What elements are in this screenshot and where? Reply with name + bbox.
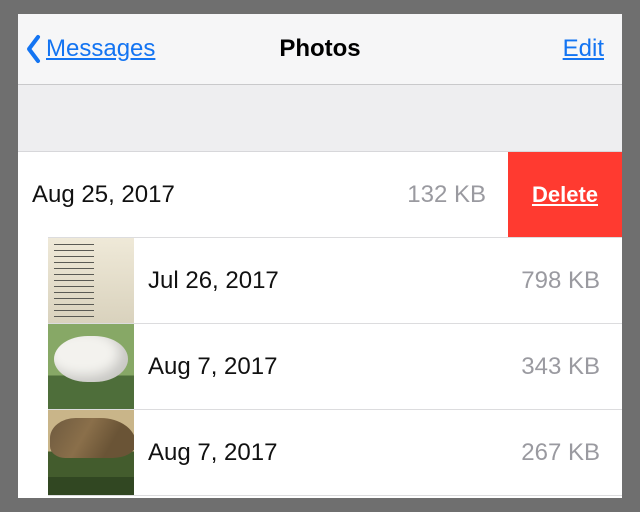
- navbar: Messages Photos Edit: [18, 14, 622, 85]
- edit-button[interactable]: Edit: [563, 14, 604, 84]
- photo-date: Aug 25, 2017: [32, 181, 407, 209]
- photo-date: Aug 7, 2017: [148, 353, 521, 381]
- photo-date: Jul 26, 2017: [148, 267, 521, 295]
- chevron-left-icon: [24, 34, 44, 64]
- list-item[interactable]: Jul 26, 2017 798 KB: [18, 238, 622, 324]
- photo-list: Aug 25, 2017 132 KB Delete Jul 26, 2017 …: [18, 152, 622, 496]
- photos-screen: Messages Photos Edit Aug 25, 2017 132 KB…: [18, 14, 622, 498]
- back-label: Messages: [46, 35, 155, 63]
- back-button[interactable]: Messages: [24, 14, 155, 84]
- row-separator: [48, 495, 622, 496]
- list-item[interactable]: Aug 7, 2017 343 KB: [18, 324, 622, 410]
- list-item[interactable]: Aug 7, 2017 267 KB: [18, 410, 622, 496]
- list-item[interactable]: Aug 25, 2017 132 KB Delete: [18, 152, 622, 238]
- photo-size: 343 KB: [521, 353, 600, 381]
- photo-size: 798 KB: [521, 267, 600, 295]
- photo-thumbnail: [48, 410, 134, 496]
- photo-size: 132 KB: [407, 181, 486, 209]
- page-title-text: Photos: [279, 35, 360, 63]
- photo-thumbnail: [48, 324, 134, 410]
- photo-thumbnail: [48, 238, 134, 324]
- section-gap: [18, 85, 622, 152]
- delete-button[interactable]: Delete: [508, 152, 622, 238]
- photo-size: 267 KB: [521, 439, 600, 467]
- photo-date: Aug 7, 2017: [148, 439, 521, 467]
